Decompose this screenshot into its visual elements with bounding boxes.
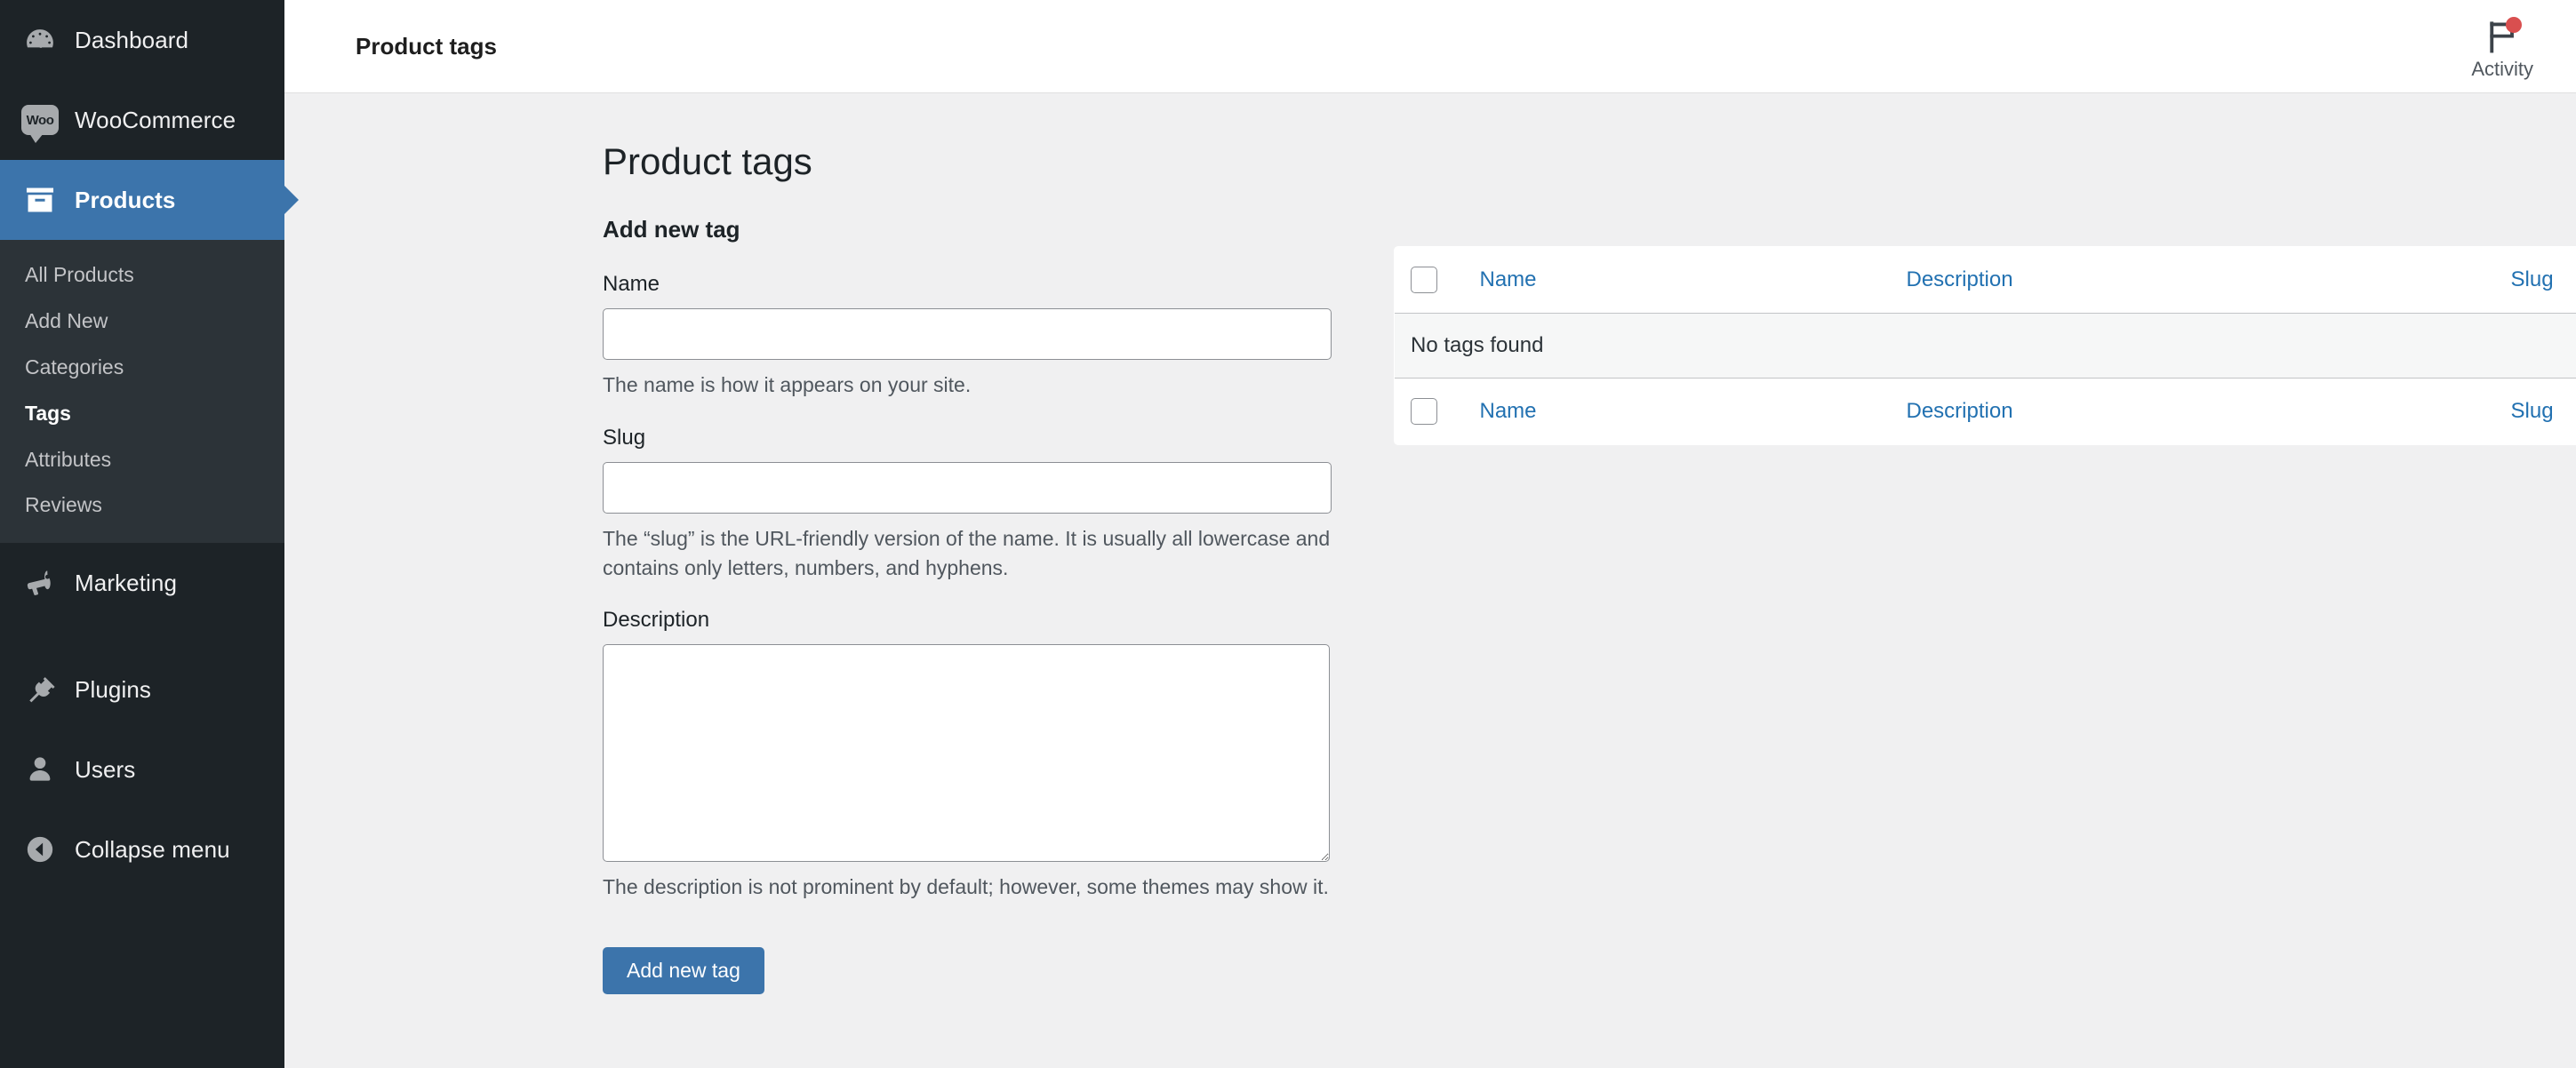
- plug-icon: [12, 673, 68, 706]
- table-footer-row: Name Description Slug Count: [1395, 378, 2576, 445]
- sidebar-item-marketing[interactable]: Marketing: [0, 543, 284, 623]
- sidebar-item-users[interactable]: Users: [0, 729, 284, 809]
- tags-table-wrapper: Name Description Slug Count No tags foun…: [1394, 216, 2576, 446]
- slug-label: Slug: [603, 425, 646, 450]
- sidebar-item-label: Plugins: [75, 675, 151, 703]
- tags-table: Name Description Slug Count No tags foun…: [1394, 246, 2576, 446]
- column-footer-slug[interactable]: Slug: [2494, 378, 2576, 445]
- empty-state-message: No tags found: [1395, 313, 2576, 379]
- select-all-footer: [1395, 378, 1464, 445]
- table-header-row: Name Description Slug Count: [1395, 247, 2576, 315]
- column-header-description[interactable]: Description: [1890, 247, 2495, 315]
- description-textarea[interactable]: [603, 644, 1330, 863]
- form-heading: Add new tag: [603, 216, 740, 243]
- page-content: Product tags Add new tag Name The name i…: [284, 93, 2576, 1068]
- sidebar-subitem-tags[interactable]: Tags: [0, 391, 284, 437]
- sidebar-subitem-reviews[interactable]: Reviews: [0, 482, 284, 529]
- column-footer-description[interactable]: Description: [1890, 378, 2495, 445]
- sidebar-subitem-all-products[interactable]: All Products: [0, 252, 284, 299]
- select-all-checkbox-footer[interactable]: [1411, 398, 1437, 426]
- empty-state-row: No tags found: [1395, 313, 2576, 379]
- page-title: Product tags: [603, 140, 812, 182]
- slug-help-text: The “slug” is the URL-friendly version o…: [603, 526, 1331, 580]
- sidebar-subitem-add-new[interactable]: Add New: [0, 299, 284, 345]
- woo-bubble: Woo: [21, 105, 59, 143]
- megaphone-icon: [12, 566, 68, 600]
- sidebar-item-label: Users: [75, 755, 136, 783]
- flag-icon: [2482, 17, 2523, 56]
- name-label: Name: [603, 272, 660, 297]
- add-new-tag-button[interactable]: Add new tag: [603, 946, 764, 995]
- name-field-group: Name The name is how it appears on your …: [603, 272, 1332, 400]
- collapse-arrow-icon: [12, 834, 68, 865]
- sidebar-item-label: Products: [75, 186, 176, 213]
- sidebar-divider: [0, 623, 284, 650]
- admin-app: Dashboard Woo WooCommerce Products All P…: [0, 0, 2576, 1068]
- sidebar-item-products[interactable]: Products: [0, 160, 284, 240]
- tags-table-body: No tags found: [1395, 313, 2576, 379]
- slug-field-group: Slug The “slug” is the URL-friendly vers…: [603, 426, 1332, 584]
- tags-table-head: Name Description Slug Count: [1395, 247, 2576, 315]
- admin-sidebar: Dashboard Woo WooCommerce Products All P…: [0, 0, 284, 1068]
- column-header-slug[interactable]: Slug: [2494, 247, 2576, 315]
- add-new-tag-form: Add new tag Name The name is how it appe…: [603, 216, 1394, 995]
- name-help-text: The name is how it appears on your site.: [603, 373, 972, 397]
- main-area: Product tags Activity Product tags Add n…: [284, 0, 2576, 1068]
- dashboard-gauge-icon: [12, 23, 68, 57]
- products-box-icon: [12, 183, 68, 217]
- sidebar-item-woocommerce[interactable]: Woo WooCommerce: [0, 80, 284, 160]
- top-bar: Product tags Activity: [284, 0, 2576, 93]
- select-all-checkbox[interactable]: [1411, 267, 1437, 294]
- tags-layout: Add new tag Name The name is how it appe…: [284, 216, 2576, 995]
- sidebar-item-dashboard[interactable]: Dashboard: [0, 0, 284, 80]
- slug-input[interactable]: [603, 461, 1332, 514]
- column-footer-name[interactable]: Name: [1463, 378, 1891, 445]
- sidebar-item-label: Dashboard: [75, 26, 189, 53]
- sidebar-item-label: Collapse menu: [75, 835, 230, 863]
- column-header-name[interactable]: Name: [1463, 247, 1891, 315]
- user-icon: [12, 753, 68, 786]
- page-header-title: Product tags: [356, 32, 497, 60]
- products-submenu: All Products Add New Categories Tags Att…: [0, 240, 284, 544]
- description-help-text: The description is not prominent by defa…: [603, 875, 1329, 899]
- sidebar-subitem-categories[interactable]: Categories: [0, 345, 284, 391]
- activity-label: Activity: [2471, 58, 2533, 80]
- description-label: Description: [603, 608, 710, 633]
- tags-table-foot: Name Description Slug Count: [1395, 378, 2576, 445]
- sidebar-item-plugins[interactable]: Plugins: [0, 650, 284, 729]
- sidebar-item-label: WooCommerce: [75, 106, 236, 133]
- activity-button[interactable]: Activity: [2460, 12, 2544, 81]
- sidebar-subitem-attributes[interactable]: Attributes: [0, 437, 284, 483]
- woocommerce-icon: Woo: [12, 105, 68, 143]
- select-all-header: [1395, 247, 1464, 315]
- sidebar-item-collapse-menu[interactable]: Collapse menu: [0, 809, 284, 889]
- name-input[interactable]: [603, 308, 1332, 361]
- description-field-group: Description The description is not promi…: [603, 608, 1332, 902]
- sidebar-item-label: Marketing: [75, 569, 178, 596]
